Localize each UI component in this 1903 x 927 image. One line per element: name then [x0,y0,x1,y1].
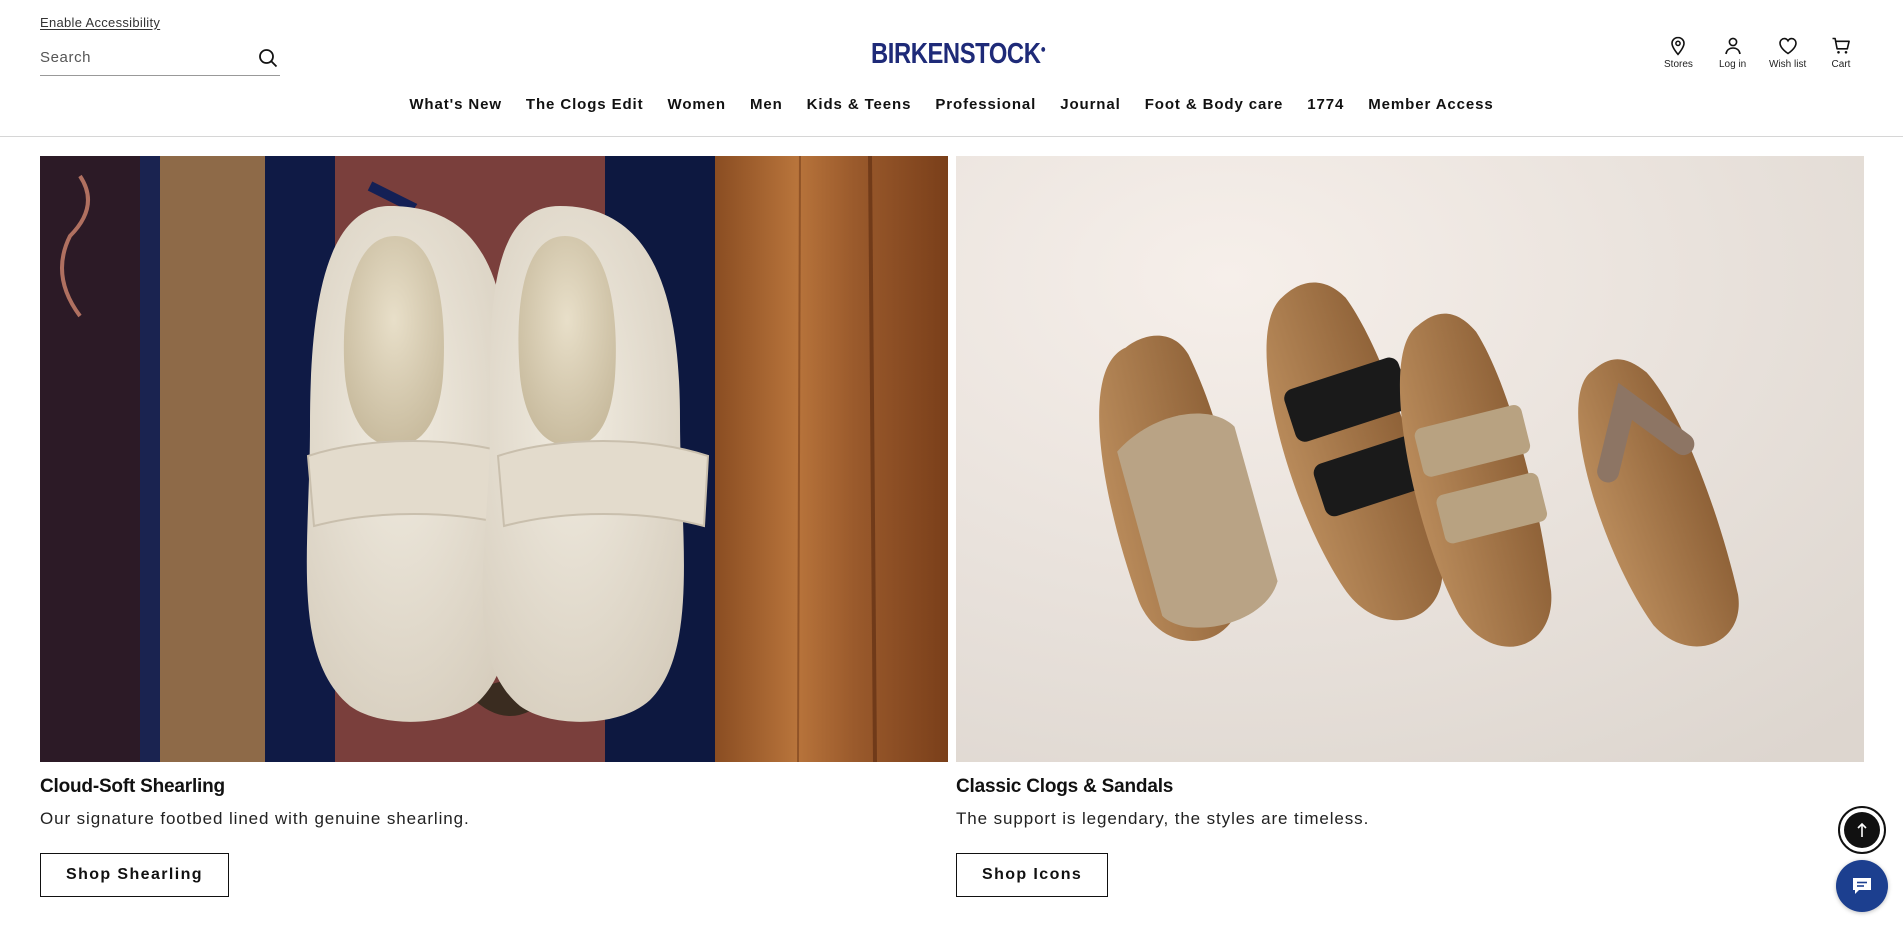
nav-whats-new[interactable]: What's New [409,96,502,113]
arrow-up-icon [1844,812,1880,848]
heart-icon [1778,37,1797,55]
login-label: Log in [1719,59,1747,70]
search-input[interactable] [40,49,250,66]
promo-title: Cloud-Soft Shearling [40,776,225,797]
promo-subtitle: Our signature footbed lined with genuine… [40,809,470,828]
chat-button[interactable] [1836,860,1888,912]
shearling-clogs-image[interactable] [40,156,948,762]
wishlist-label: Wish list [1769,59,1807,70]
cart-icon [1832,37,1850,54]
nav-professional[interactable]: Professional [935,96,1036,113]
user-icon [1724,37,1741,55]
stores-label: Stores [1664,59,1693,70]
shop-icons-button[interactable]: Shop Icons [956,853,1109,897]
promo-title: Classic Clogs & Sandals [956,776,1174,797]
nav-women[interactable]: Women [668,96,726,113]
nav-1774[interactable]: 1774 [1307,96,1344,113]
shop-shearling-button[interactable]: Shop Shearling [40,853,229,897]
promo-card-shearling: Cloud-Soft Shearling Our signature footb… [40,156,948,897]
nav-clogs-edit[interactable]: The Clogs Edit [526,96,644,113]
cart-label: Cart [1831,59,1851,70]
nav-journal[interactable]: Journal [1060,96,1120,113]
search-icon[interactable] [256,46,280,70]
main-navigation: What's New The Clogs Edit Women Men Kids… [0,96,1903,113]
logo-text: BIRKENSTOCK [871,38,1041,70]
login-link[interactable]: Log in [1719,36,1746,70]
search-bar [40,40,280,76]
stores-link[interactable]: Stores [1664,36,1693,70]
classic-clogs-sandals-image[interactable] [956,156,1864,762]
nav-member-access[interactable]: Member Access [1368,96,1493,113]
cart-link[interactable]: Cart [1831,36,1851,70]
nav-foot-body-care[interactable]: Foot & Body care [1145,96,1284,113]
promo-subtitle: The support is legendary, the styles are… [956,809,1370,828]
enable-accessibility-link[interactable]: Enable Accessibility [40,15,160,30]
site-header: Enable Accessibility BIRKENSTOCK● Stores… [0,0,1903,137]
promo-card-classics: Classic Clogs & Sandals The support is l… [956,156,1864,897]
chat-icon [1853,878,1871,894]
location-pin-icon [1671,36,1686,56]
wishlist-link[interactable]: Wish list [1769,36,1806,70]
nav-kids-teens[interactable]: Kids & Teens [807,96,912,113]
back-to-top-button[interactable] [1838,806,1886,854]
nav-men[interactable]: Men [750,96,783,113]
birkenstock-logo[interactable]: BIRKENSTOCK● [871,38,1046,71]
